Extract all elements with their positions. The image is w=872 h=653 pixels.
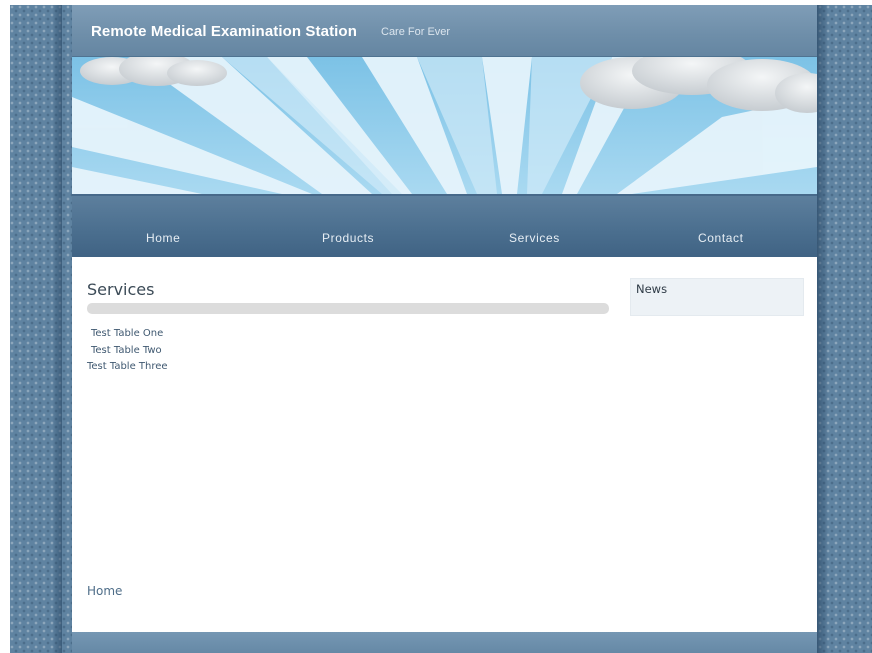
service-link-test-table-three[interactable]: Test Table Three [87, 361, 168, 372]
page-container: Remote Medical Examination Station Care … [72, 5, 817, 653]
main-content: Services Test Table One Test Table Two T… [72, 257, 817, 632]
site-tagline: Care For Ever [381, 26, 451, 38]
page-title: Services [87, 280, 155, 299]
header-banner [72, 57, 817, 194]
nav-home[interactable]: Home [146, 231, 180, 245]
frame-shadow-right [817, 5, 829, 653]
footer-home-link[interactable]: Home [87, 584, 122, 598]
heading-divider [87, 303, 609, 314]
site-title[interactable]: Remote Medical Examination Station [91, 23, 357, 40]
nav-services[interactable]: Services [509, 231, 560, 245]
nav-contact[interactable]: Contact [698, 231, 744, 245]
main-nav: Home Products Services Contact [72, 194, 817, 259]
sky-rays-banner-image [72, 57, 817, 194]
service-link-test-table-one[interactable]: Test Table One [91, 328, 163, 339]
site-header: Remote Medical Examination Station Care … [72, 5, 817, 57]
service-link-test-table-two[interactable]: Test Table Two [91, 345, 162, 356]
nav-products[interactable]: Products [322, 231, 374, 245]
news-panel: News [630, 278, 804, 316]
news-title: News [636, 282, 668, 296]
footer-bar [72, 632, 817, 653]
frame-shadow-left [52, 5, 62, 653]
